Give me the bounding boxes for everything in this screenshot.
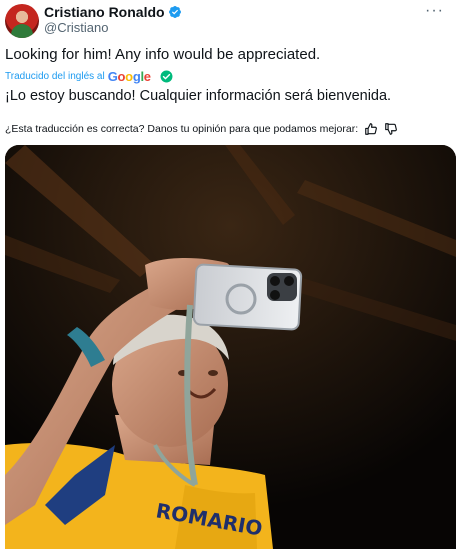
feedback-question: ¿Esta traducción es correcta? Danos tu o…	[5, 123, 359, 135]
tweet-header: Cristiano Ronaldo @Cristiano ···	[0, 0, 456, 44]
check-circle-icon	[160, 70, 173, 83]
tweet-media-photo[interactable]: ROMARIO	[5, 145, 456, 549]
google-logo: Google	[107, 69, 151, 84]
photo-illustration: ROMARIO	[5, 145, 456, 549]
thumbs-up-icon[interactable]	[364, 122, 378, 136]
translation-source-label: Traducido del inglés al	[5, 71, 105, 82]
author-name[interactable]: Cristiano Ronaldo	[44, 4, 165, 20]
thumbs-down-icon[interactable]	[384, 122, 398, 136]
author-handle[interactable]: @Cristiano	[44, 20, 109, 35]
translation-attribution: Traducido del inglés al Google	[5, 69, 173, 84]
author-name-row[interactable]: Cristiano Ronaldo	[44, 4, 182, 20]
more-horizontal-icon[interactable]: ···	[425, 2, 444, 20]
translation-feedback: ¿Esta traducción es correcta? Danos tu o…	[5, 122, 398, 136]
avatar[interactable]	[5, 4, 39, 38]
translated-text: ¡Lo estoy buscando! Cualquier informació…	[5, 88, 392, 104]
verified-badge-icon	[168, 6, 181, 18]
tweet-text: Looking for him! Any info would be appre…	[5, 46, 321, 63]
